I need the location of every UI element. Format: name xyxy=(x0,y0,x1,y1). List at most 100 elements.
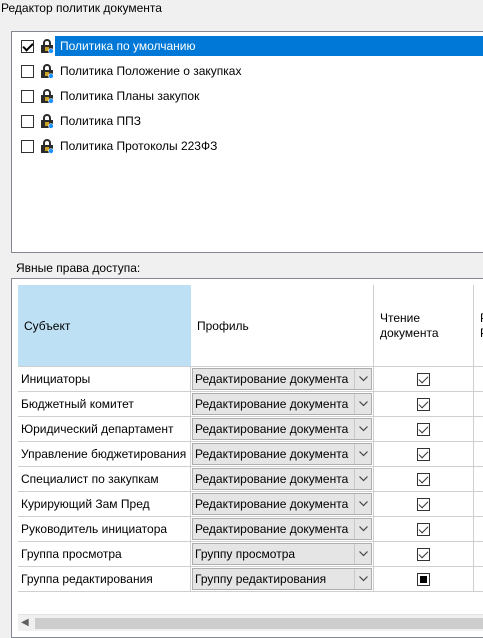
profile-dropdown[interactable]: Редактирование документа xyxy=(192,443,372,465)
reading-cell[interactable] xyxy=(374,492,474,517)
profile-cell[interactable]: Редактирование документа xyxy=(191,467,374,492)
profile-cell[interactable]: Группу просмотра xyxy=(191,542,374,567)
profile-dropdown[interactable]: Редактирование документа xyxy=(192,493,372,515)
subject-label: Курирующий Зам Пред xyxy=(21,497,150,511)
header-profile[interactable]: Профиль xyxy=(191,285,374,367)
reading-cell[interactable] xyxy=(374,467,474,492)
subject-label: Группа просмотра xyxy=(21,547,122,561)
subject-label: Юридический департамент xyxy=(21,422,174,436)
subject-cell[interactable]: Руководитель инициатора xyxy=(18,517,191,542)
reading-checkbox[interactable] xyxy=(417,397,430,411)
next-cell-partial[interactable] xyxy=(474,517,483,542)
next-cell-partial[interactable] xyxy=(474,442,483,467)
profile-cell[interactable]: Группу редактирования xyxy=(191,567,374,592)
reading-checkbox[interactable] xyxy=(417,447,430,461)
reading-cell[interactable] xyxy=(374,367,474,392)
profile-dropdown[interactable]: Редактирование документа xyxy=(192,518,372,540)
subject-cell[interactable]: Группа редактирования xyxy=(18,567,191,592)
chevron-down-icon[interactable] xyxy=(354,394,371,414)
next-cell-partial[interactable] xyxy=(474,467,483,492)
profile-cell[interactable]: Редактирование документа xyxy=(191,367,374,392)
reading-cell[interactable] xyxy=(374,442,474,467)
subject-label: Инициаторы xyxy=(21,372,91,386)
subject-label: Бюджетный комитет xyxy=(21,397,134,411)
reading-cell[interactable] xyxy=(374,417,474,442)
subject-label: Руководитель инициатора xyxy=(21,522,168,536)
chevron-down-icon[interactable] xyxy=(354,444,371,464)
reading-checkbox[interactable] xyxy=(417,497,430,511)
chevron-down-icon[interactable] xyxy=(354,519,371,539)
next-cell-partial[interactable] xyxy=(474,567,483,592)
reading-checkbox[interactable] xyxy=(417,472,430,486)
chevron-down-icon[interactable] xyxy=(354,569,371,589)
reading-cell[interactable] xyxy=(374,542,474,567)
profile-cell[interactable]: Редактирование документа xyxy=(191,392,374,417)
policy-checkbox[interactable] xyxy=(21,114,34,128)
policy-checkbox[interactable] xyxy=(21,89,34,103)
subject-cell[interactable]: Юридический департамент xyxy=(18,417,191,442)
scrollbar-thumb[interactable] xyxy=(35,618,483,629)
lock-icon xyxy=(39,38,55,54)
profile-dropdown[interactable]: Редактирование документа xyxy=(192,418,372,440)
subject-cell[interactable]: Специалист по закупкам xyxy=(18,467,191,492)
policy-checkbox[interactable] xyxy=(21,139,34,153)
next-cell-partial[interactable] xyxy=(474,417,483,442)
policy-checkbox[interactable] xyxy=(21,39,34,53)
header-reading[interactable]: Чтение документа xyxy=(374,285,474,367)
policy-checkbox[interactable] xyxy=(21,64,34,78)
reading-checkbox[interactable] xyxy=(417,572,430,586)
policy-item[interactable]: Политика Положение о закупках xyxy=(21,61,483,81)
lock-icon xyxy=(39,138,55,154)
profile-dropdown[interactable]: Редактирование документа xyxy=(192,468,372,490)
policy-item[interactable]: Политика ППЗ xyxy=(21,111,483,131)
horizontal-scrollbar[interactable]: ◀ xyxy=(18,614,483,631)
reading-cell[interactable] xyxy=(374,392,474,417)
profile-dropdown[interactable]: Редактирование документа xyxy=(192,368,372,390)
reading-cell[interactable] xyxy=(374,567,474,592)
subject-cell[interactable]: Группа просмотра xyxy=(18,542,191,567)
header-profile-label: Профиль xyxy=(197,318,249,333)
reading-checkbox[interactable] xyxy=(417,522,430,536)
policy-label: Политика Планы закупок xyxy=(60,88,200,103)
reading-checkbox[interactable] xyxy=(417,372,430,386)
profile-value: Группу редактирования xyxy=(195,572,327,586)
profile-cell[interactable]: Редактирование документа xyxy=(191,492,374,517)
subject-cell[interactable]: Бюджетный комитет xyxy=(18,392,191,417)
chevron-down-icon[interactable] xyxy=(354,469,371,489)
header-next-partial[interactable]: РР xyxy=(474,285,483,367)
next-cell-partial[interactable] xyxy=(474,367,483,392)
policy-list[interactable]: Политика по умолчанию Политика Положение … xyxy=(11,31,483,253)
profile-dropdown[interactable]: Редактирование документа xyxy=(192,393,372,415)
subject-cell[interactable]: Инициаторы xyxy=(18,367,191,392)
chevron-down-icon[interactable] xyxy=(354,544,371,564)
window-title: Редактор политик документа xyxy=(1,1,162,15)
explicit-rights-label: Явные права доступа: xyxy=(16,261,141,275)
policy-item[interactable]: Политика Протоколы 223ФЗ xyxy=(21,136,483,156)
policy-label: Политика ППЗ xyxy=(60,113,141,128)
policy-item[interactable]: Политика Планы закупок xyxy=(21,86,483,106)
subject-cell[interactable]: Курирующий Зам Пред xyxy=(18,492,191,517)
next-cell-partial[interactable] xyxy=(474,492,483,517)
reading-checkbox[interactable] xyxy=(417,422,430,436)
reading-cell[interactable] xyxy=(374,517,474,542)
profile-value: Редактирование документа xyxy=(195,422,349,436)
profile-value: Редактирование документа xyxy=(195,472,349,486)
policy-item[interactable]: Политика по умолчанию xyxy=(21,36,483,56)
subject-label: Группа редактирования xyxy=(21,572,153,586)
arrow-left-icon[interactable]: ◀ xyxy=(21,617,29,628)
profile-value: Редактирование документа xyxy=(195,372,349,386)
profile-cell[interactable]: Редактирование документа xyxy=(191,517,374,542)
subject-cell[interactable]: Управление бюджетирования xyxy=(18,442,191,467)
profile-dropdown[interactable]: Группу редактирования xyxy=(192,568,372,590)
reading-checkbox[interactable] xyxy=(417,547,430,561)
chevron-down-icon[interactable] xyxy=(354,419,371,439)
chevron-down-icon[interactable] xyxy=(354,369,371,389)
next-cell-partial[interactable] xyxy=(474,542,483,567)
header-subject[interactable]: Субъект xyxy=(18,285,191,367)
chevron-down-icon[interactable] xyxy=(354,494,371,514)
rights-grid[interactable]: Субъект Профиль Чтениедокумента РР Иници… xyxy=(11,278,483,638)
profile-cell[interactable]: Редактирование документа xyxy=(191,442,374,467)
profile-dropdown[interactable]: Группу просмотра xyxy=(192,543,372,565)
next-cell-partial[interactable] xyxy=(474,392,483,417)
profile-cell[interactable]: Редактирование документа xyxy=(191,417,374,442)
